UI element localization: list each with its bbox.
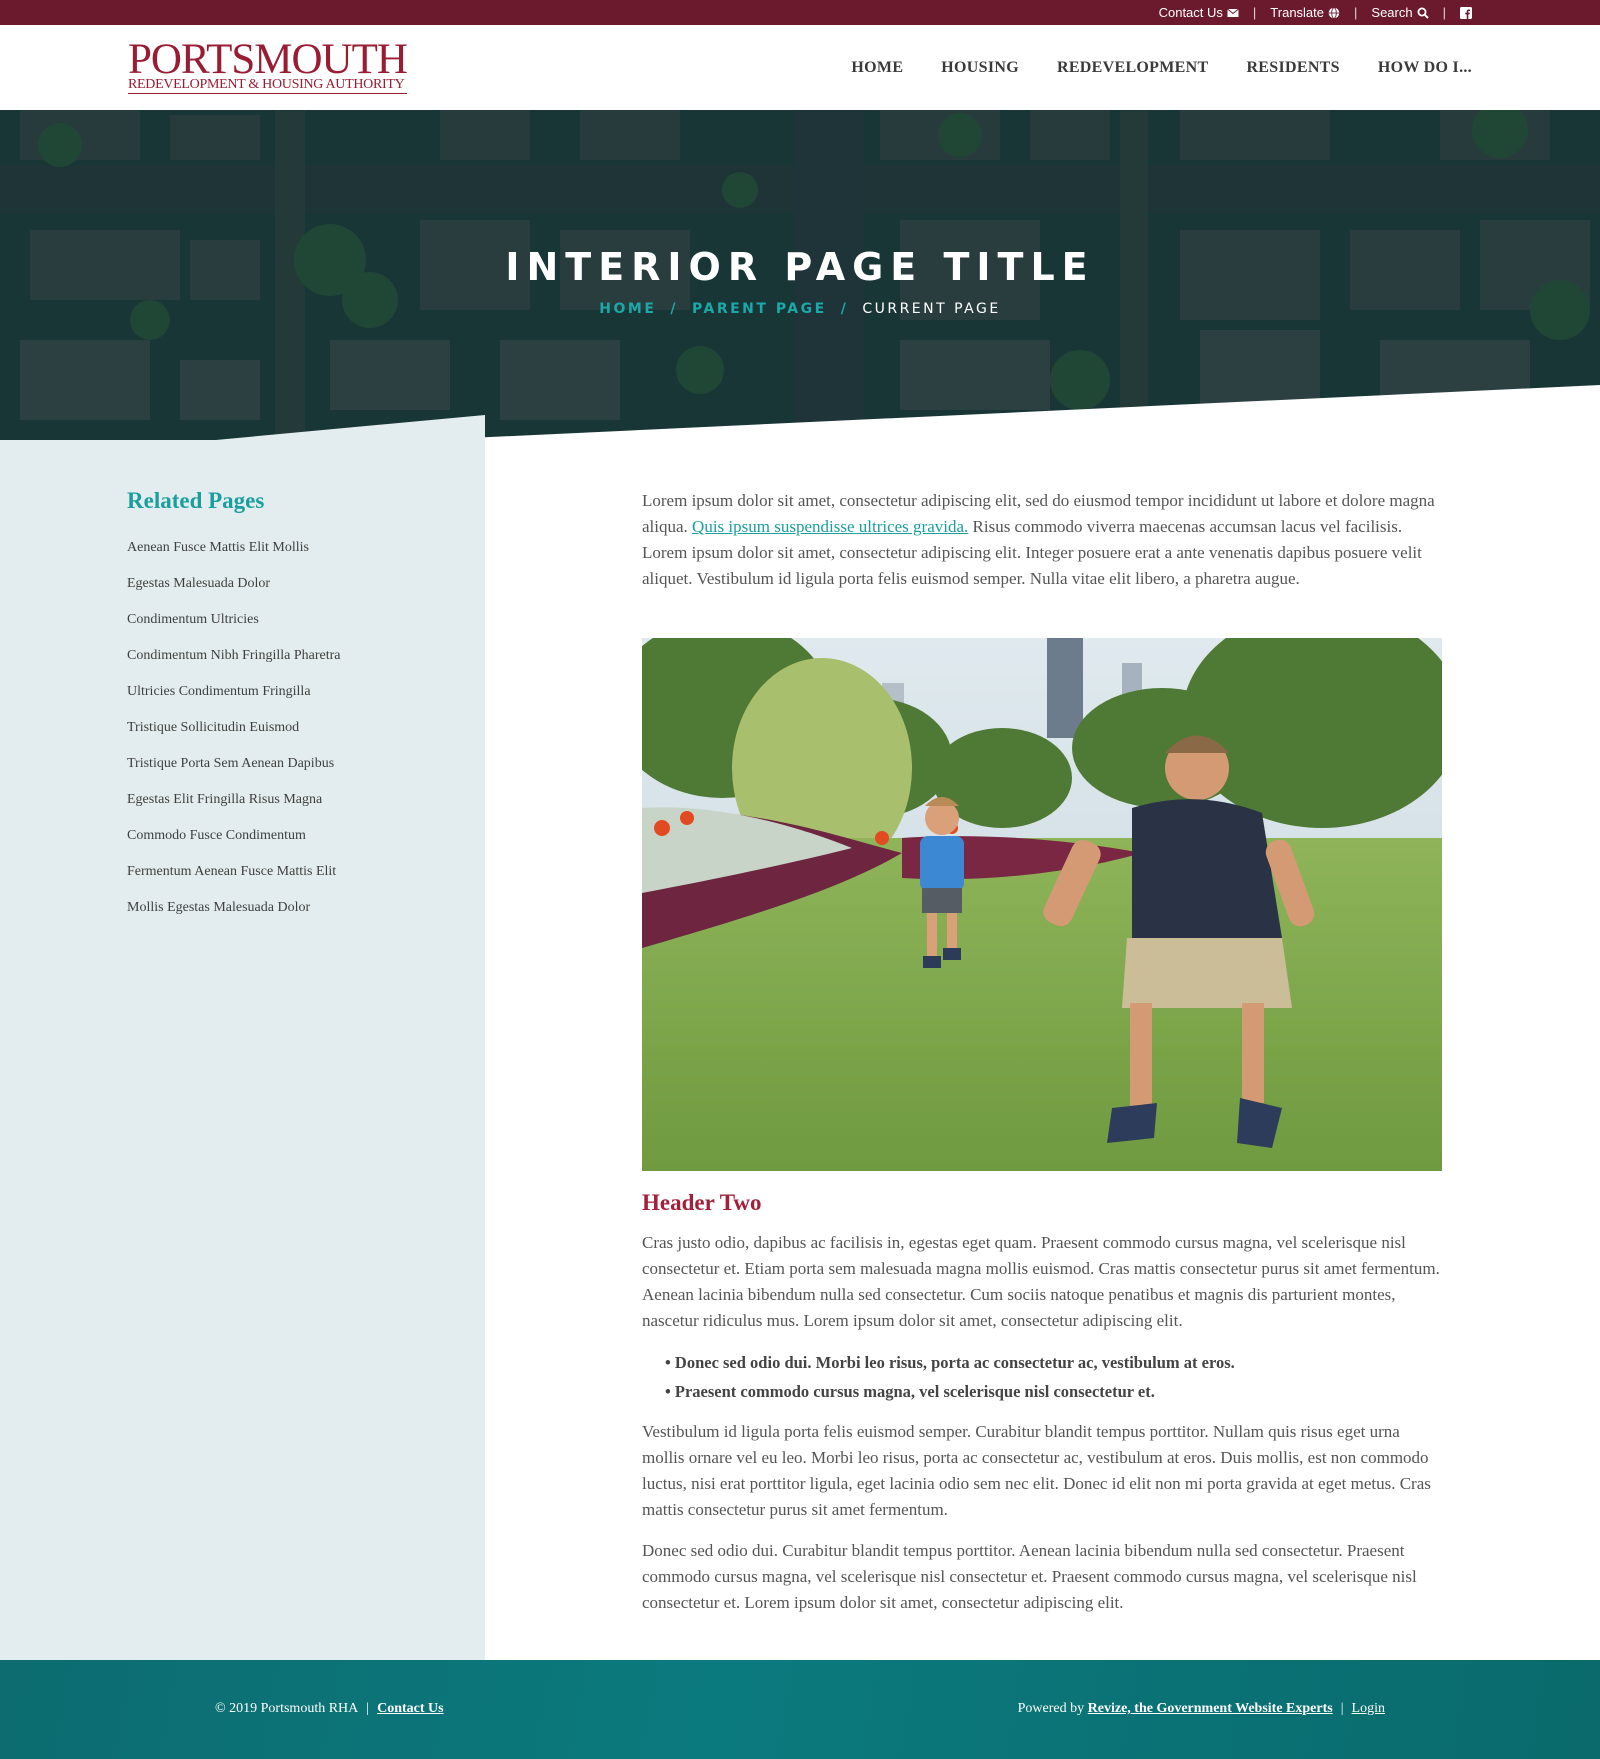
nav-item-residents[interactable]: RESIDENTS (1246, 59, 1339, 77)
related-page-link[interactable]: Condimentum Nibh Fringilla Pharetra (127, 648, 340, 684)
utility-translate-label: Translate (1270, 5, 1325, 20)
related-page-link[interactable]: Egestas Malesuada Dolor (127, 576, 340, 612)
breadcrumb-parent[interactable]: PARENT PAGE (692, 301, 827, 317)
breadcrumb-separator: / (670, 301, 679, 317)
hero-banner: INTERIOR PAGE TITLE HOME / PARENT PAGE / CUR… (0, 110, 1600, 460)
breadcrumb: HOME / PARENT PAGE / CURRENT PAGE (0, 301, 1600, 317)
park-photo-illustration (642, 638, 1442, 1171)
related-page-link[interactable]: Tristique Porta Sem Aenean Dapibus (127, 756, 340, 792)
related-page-link[interactable]: Aenean Fusce Mattis Elit Mollis (127, 540, 340, 576)
related-page-link[interactable]: Condimentum Ultricies (127, 612, 340, 648)
globe-icon (1328, 6, 1340, 19)
related-page-link[interactable]: Mollis Egestas Malesuada Dolor (127, 900, 340, 936)
main-nav: HOME HOUSING REDEVELOPMENT RESIDENTS HOW… (851, 25, 1472, 110)
footer-left: © 2019 Portsmouth RHA | Contact Us (215, 1701, 444, 1717)
utility-contact-link[interactable]: Contact Us (1159, 5, 1239, 20)
revize-link[interactable]: Revize, the Government Website Experts (1088, 1701, 1333, 1716)
breadcrumb-current: CURRENT PAGE (862, 301, 1001, 317)
page-title: INTERIOR PAGE TITLE (505, 245, 1095, 289)
login-link[interactable]: Login (1352, 1701, 1385, 1716)
utility-separator: | (1252, 5, 1257, 20)
sidebar-title: Related Pages (127, 488, 265, 513)
utility-contact-label: Contact Us (1158, 5, 1223, 20)
inline-link[interactable]: Quis ipsum suspendisse ultrices gravida. (692, 517, 968, 536)
utility-links: Contact Us | Translate | Search | (1159, 0, 1472, 25)
utility-search-link[interactable]: Search (1371, 5, 1429, 20)
footer-separator: | (1340, 1701, 1344, 1716)
utility-bar: Contact Us | Translate | Search | (0, 0, 1600, 25)
envelope-icon (1227, 8, 1239, 17)
powered-by-text: Powered by (1017, 1701, 1085, 1716)
related-pages-list: Aenean Fusce Mattis Elit Mollis Egestas … (127, 540, 340, 936)
utility-search-label: Search (1371, 5, 1413, 20)
children-running-photo (642, 638, 1442, 1171)
site-logo[interactable]: PORTSMOUTH REDEVELOPMENT & HOUSING AUTHO… (128, 36, 408, 94)
intro-paragraph: Lorem ipsum dolor sit amet, consectetur … (642, 488, 1442, 592)
logo-sub-text: REDEVELOPMENT & HOUSING AUTHORITY (128, 78, 407, 94)
utility-translate-link[interactable]: Translate (1270, 5, 1340, 20)
content-paragraph: Cras justo odio, dapibus ac facilisis in… (642, 1233, 1440, 1330)
related-page-link[interactable]: Tristique Sollicitudin Euismod (127, 720, 340, 756)
site-footer: © 2019 Portsmouth RHA | Contact Us Powered… (0, 1660, 1600, 1759)
search-icon (1417, 7, 1429, 19)
content-paragraph: Vestibulum id ligula porta felis euismod… (642, 1422, 1431, 1519)
utility-separator: | (1442, 5, 1446, 20)
related-page-link[interactable]: Fermentum Aenean Fusce Mattis Elit (127, 864, 340, 900)
site-header: PORTSMOUTH REDEVELOPMENT & HOUSING AUTHO… (0, 25, 1600, 110)
copyright-text: © 2019 Portsmouth RHA (215, 1701, 359, 1716)
nav-item-how-do-i[interactable]: HOW DO I... (1378, 59, 1472, 77)
footer-separator: | (366, 1701, 370, 1716)
breadcrumb-separator: / (840, 301, 849, 317)
content-bullet-list: • Donec sed odio dui. Morbi leo risus, p… (665, 1350, 1235, 1408)
footer-contact-link[interactable]: Contact Us (377, 1701, 444, 1716)
nav-item-home[interactable]: HOME (851, 59, 903, 77)
footer-right: Powered by Revize, the Government Websit… (1018, 1701, 1385, 1717)
breadcrumb-home[interactable]: HOME (599, 301, 656, 317)
bullet-item: • Praesent commodo cursus magna, vel sce… (665, 1382, 1155, 1401)
related-page-link[interactable]: Egestas Elit Fringilla Risus Magna (127, 792, 340, 828)
utility-separator: | (1354, 5, 1358, 20)
nav-item-redevelopment[interactable]: REDEVELOPMENT (1057, 59, 1208, 77)
related-page-link[interactable]: Commodo Fusce Condimentum (127, 828, 340, 864)
related-page-link[interactable]: Ultricies Condimentum Fringilla (127, 684, 340, 720)
nav-item-housing[interactable]: HOUSING (941, 59, 1019, 77)
sidebar: Related Pages Aenean Fusce Mattis Elit M… (0, 440, 485, 1660)
logo-main-text: PORTSMOUTH (128, 36, 408, 83)
bullet-item: • Donec sed odio dui. Morbi leo risus, p… (665, 1353, 1235, 1372)
facebook-link[interactable] (1460, 6, 1472, 19)
intro-paragraph-wrap: Lorem ipsum dolor sit amet, consectetur … (642, 488, 1442, 592)
content-paragraph: Donec sed odio dui. Curabitur blandit te… (642, 1541, 1417, 1612)
facebook-icon (1460, 6, 1472, 19)
content-header-two: Header Two (642, 1190, 762, 1215)
